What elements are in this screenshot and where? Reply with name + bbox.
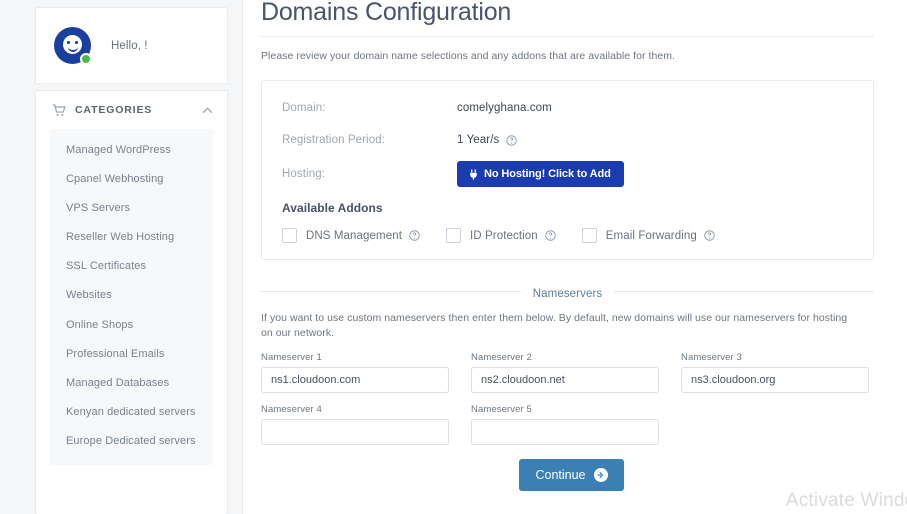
domain-row: Domain: comelyghana.com (282, 97, 853, 119)
online-status-dot (80, 53, 92, 65)
sidebar-item-cpanel-webhosting[interactable]: Cpanel Webhosting (50, 164, 213, 193)
registration-period-row: Registration Period: 1 Year/s (282, 129, 853, 151)
domain-card: Domain: comelyghana.com Registration Per… (261, 80, 874, 260)
dns-management-label: DNS Management (306, 229, 402, 242)
continue-label: Continue (535, 468, 586, 483)
nameservers-row-2: Nameserver 4 Nameserver 5 (261, 404, 874, 446)
activate-windows-watermark: Activate Windows (785, 490, 907, 511)
sidebar-item-websites[interactable]: Websites (50, 280, 213, 309)
id-protection-label: ID Protection (470, 229, 538, 242)
registration-period-label: Registration Period: (282, 134, 385, 146)
continue-button-wrap: Continue (261, 459, 874, 492)
sidebar-item-managed-wordpress[interactable]: Managed WordPress (50, 135, 213, 164)
page-root: Hello, ! CATEGORIES Managed WordPress Cp… (0, 0, 907, 514)
sidebar-profile-card: Hello, ! (35, 7, 228, 84)
nameserver-1-label: Nameserver 1 (261, 352, 322, 364)
avatar (54, 27, 92, 65)
sidebar-item-managed-databases[interactable]: Managed Databases (50, 368, 213, 397)
add-hosting-label: No Hosting! Click to Add (484, 168, 611, 180)
help-circle-icon[interactable] (545, 230, 556, 241)
registration-period-value: 1 Year/s (457, 134, 500, 146)
sidebar-item-online-shops[interactable]: Online Shops (50, 310, 213, 339)
intro-text: Please review your domain name selection… (261, 50, 675, 62)
nameserver-1-input[interactable] (261, 367, 449, 394)
sidebar-item-kenyan-dedicated-servers[interactable]: Kenyan dedicated servers (50, 397, 213, 426)
email-forwarding-label: Email Forwarding (605, 229, 697, 242)
sidebar-item-vps-servers[interactable]: VPS Servers (50, 193, 213, 222)
nameserver-3-label: Nameserver 3 (681, 352, 742, 364)
sidebar-item-europe-dedicated-servers[interactable]: Europe Dedicated servers (50, 426, 213, 455)
nameservers-description: If you want to use custom nameservers th… (261, 312, 848, 340)
available-addons-title: Available Addons (282, 201, 383, 215)
nameservers-section: Nameservers If you want to use custom na… (261, 284, 874, 492)
addon-id-protection[interactable]: ID Protection (446, 228, 556, 243)
nameserver-2-input[interactable] (471, 367, 659, 394)
chevron-up-icon[interactable] (202, 106, 213, 114)
greeting-text: Hello, ! (111, 39, 148, 52)
sidebar-categories-card: CATEGORIES Managed WordPress Cpanel Webh… (35, 90, 228, 514)
nameserver-5-input[interactable] (471, 419, 659, 446)
nameserver-4-label: Nameserver 4 (261, 404, 322, 416)
add-hosting-button[interactable]: No Hosting! Click to Add (457, 161, 624, 187)
nameserver-4-field: Nameserver 4 (261, 404, 449, 446)
nameserver-4-input[interactable] (261, 419, 449, 446)
categories-list: Managed WordPress Cpanel Webhosting VPS … (50, 129, 213, 466)
domain-value: comelyghana.com (457, 102, 552, 114)
dns-management-checkbox[interactable] (282, 228, 297, 243)
nameserver-2-field: Nameserver 2 (471, 352, 659, 394)
nameserver-5-label: Nameserver 5 (471, 404, 532, 416)
nameservers-divider: Nameservers (261, 284, 874, 300)
nameserver-1-field: Nameserver 1 (261, 352, 449, 394)
title-divider (261, 36, 874, 37)
sidebar-item-reseller-web-hosting[interactable]: Reseller Web Hosting (50, 222, 213, 251)
sidebar-item-ssl-certificates[interactable]: SSL Certificates (50, 251, 213, 280)
plug-icon (470, 169, 477, 180)
sidebar: Hello, ! CATEGORIES Managed WordPress Cp… (0, 0, 243, 514)
help-circle-icon[interactable] (409, 230, 420, 241)
page-title: Domains Configuration (261, 0, 512, 26)
arrow-right-circle-icon (593, 468, 608, 483)
help-circle-icon[interactable] (506, 134, 518, 146)
nameserver-3-input[interactable] (681, 367, 869, 394)
categories-title: CATEGORIES (75, 104, 153, 116)
avatar-smiley-icon (63, 35, 82, 54)
addons-row: DNS Management ID Protection Email Forwa… (282, 228, 853, 243)
sidebar-item-professional-emails[interactable]: Professional Emails (50, 339, 213, 368)
continue-button[interactable]: Continue (519, 459, 624, 492)
nameservers-legend: Nameservers (520, 288, 615, 300)
nameserver-5-field: Nameserver 5 (471, 404, 659, 446)
shopping-cart-icon (52, 103, 66, 116)
nameserver-2-label: Nameserver 2 (471, 352, 532, 364)
addon-email-forwarding[interactable]: Email Forwarding (581, 228, 715, 243)
help-circle-icon[interactable] (704, 230, 715, 241)
domain-label: Domain: (282, 102, 326, 114)
id-protection-checkbox[interactable] (446, 228, 461, 243)
categories-header[interactable]: CATEGORIES (36, 91, 227, 129)
hosting-label: Hosting: (282, 168, 325, 180)
email-forwarding-checkbox[interactable] (581, 228, 597, 243)
addon-dns-management[interactable]: DNS Management (282, 228, 420, 243)
hosting-row: Hosting: No Hosting! Click to Add (282, 161, 853, 187)
main-content: Domains Configuration Please review your… (243, 0, 907, 514)
nameserver-3-field: Nameserver 3 (681, 352, 869, 394)
nameservers-row-1: Nameserver 1 Nameserver 2 Nameserver 3 (261, 352, 874, 394)
